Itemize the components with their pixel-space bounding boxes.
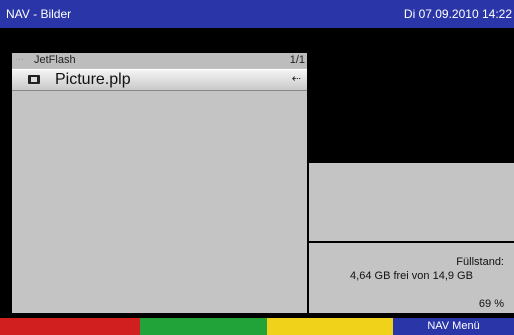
title-bar: NAV - Bilder Di 07.09.2010 14:22 [0,0,514,28]
storage-status-box: Füllstand: 4,64 GB frei von 14,9 GB 69 % [309,243,514,313]
datetime-display: Di 07.09.2010 14:22 [403,7,512,21]
page-title: NAV - Bilder [6,7,72,21]
yellow-softkey[interactable] [267,318,393,335]
softkey-bar: NAV Menü [0,318,514,335]
path-dots-icon: ··· [15,54,24,64]
preview-info-box [309,163,514,241]
nav-menu-button[interactable]: NAV Menü [393,318,514,335]
page-indicator: 1/1 [289,54,305,66]
file-name: Picture.plp [55,71,131,88]
free-space-text: 4,64 GB frei von 14,9 GB [350,270,473,282]
green-softkey[interactable] [140,318,267,335]
browser-path-header: ··· JetFlash 1/1 [12,53,307,68]
usb-icon: ⇠ [291,73,301,85]
path-label: JetFlash [34,54,76,66]
picture-file-icon [28,75,40,84]
fill-percent: 69 % [478,298,504,310]
red-softkey[interactable] [0,318,140,335]
file-browser-panel: ··· JetFlash 1/1 Picture.plp ⇠ [12,53,307,313]
file-row-picture[interactable]: Picture.plp ⇠ [12,69,307,91]
fill-level-title: Füllstand: [456,256,504,268]
